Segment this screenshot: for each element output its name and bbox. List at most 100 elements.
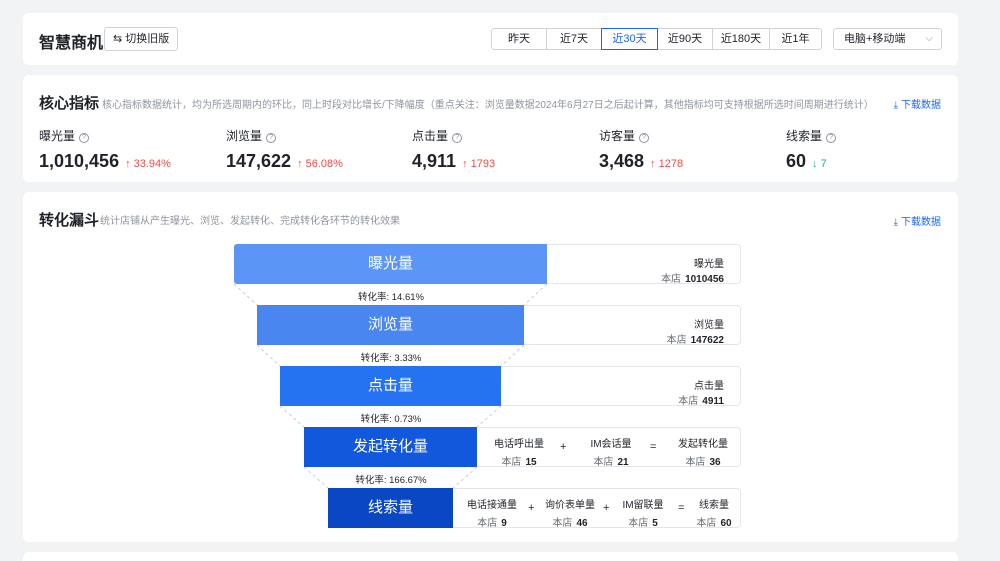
sub-value: 本店 46 (539, 514, 601, 529)
funnel-bar-clicks: 点击量 (280, 366, 501, 406)
range-180d[interactable]: 近180天 (712, 28, 770, 50)
sub-value: 本店 21 (583, 453, 639, 468)
store-label: 本店 (593, 457, 614, 468)
store-value: 46 (576, 518, 588, 529)
help-icon[interactable]: ? (639, 133, 650, 143)
range-30d[interactable]: 近30天 (601, 28, 658, 50)
store-value: 15 (525, 457, 537, 468)
box-value: 本店 1010456 (661, 270, 724, 285)
help-icon[interactable]: ? (266, 133, 277, 143)
metric-change-value: 7 (820, 158, 827, 170)
store-value: 60 (720, 518, 732, 529)
store-label: 本店 (696, 518, 717, 529)
metric-change-value: 33.94% (133, 158, 171, 170)
funnel-box-exposure: 曝光量 本店 1010456 (547, 244, 741, 285)
sub-value: 本店 15 (487, 453, 551, 468)
core-metrics-card: 核心指标 核心指标数据统计，均为所选周期内的环比，同上时段对比增长/下降幅度（重… (23, 75, 958, 182)
box-value: 本店 4911 (678, 392, 724, 407)
store-value: 4911 (702, 396, 724, 407)
sub-inquiry-form: 询价表单量 本店 46 (539, 496, 601, 529)
arrow-up-icon: ↑ (125, 158, 131, 170)
metric-change: ↓ 7 (812, 158, 827, 170)
sub-im-sessions: IM会话量 本店 21 (583, 435, 639, 468)
sub-title: IM留联量 (622, 500, 664, 511)
sub-phone-out: 电话呼出量 本店 15 (487, 435, 551, 468)
download-icon: ⤓ (893, 100, 898, 111)
metric-change: ↑ 33.94% (125, 158, 171, 170)
store-value: 147622 (690, 335, 724, 346)
metric-exposure: 曝光量? 1,010,456 ↑ 33.94% (39, 127, 171, 172)
store-label: 本店 (678, 396, 699, 407)
metric-value: 147,622 (226, 151, 292, 171)
metric-label: 线索量 (786, 129, 823, 143)
plus-sign: + (603, 502, 610, 514)
store-value: 1010456 (685, 274, 724, 285)
sub-title: IM会话量 (590, 439, 632, 450)
core-metrics-desc: 核心指标数据统计，均为所选周期内的环比，同上时段对比增长/下降幅度（重点关注：浏… (102, 100, 874, 111)
core-download-button[interactable]: ⤓ 下载数据 (894, 96, 941, 111)
store-value: 21 (617, 457, 629, 468)
sub-title: 发起转化量 (678, 439, 728, 450)
store-label: 本店 (477, 518, 498, 529)
sub-value: 本店 9 (461, 514, 523, 529)
help-icon[interactable]: ? (826, 133, 837, 143)
funnel-box-clicks: 点击量 本店 4911 (501, 366, 741, 407)
sub-value: 本店 36 (673, 453, 733, 468)
sub-leads-total: 线索量 本店 60 (691, 496, 737, 529)
switch-old-version-button[interactable]: ⇆ 切换旧版 (104, 27, 179, 51)
header-bar: 智慧商机 ⇆ 切换旧版 昨天 近7天 近30天 近90天 近180天 近1年 电脑… (23, 13, 958, 65)
sub-im-contact: IM留联量 本店 5 (613, 496, 673, 529)
box-title: 曝光量 (694, 259, 724, 270)
metric-value: 4,911 (412, 151, 457, 171)
funnel-bar-leads: 线索量 (328, 488, 453, 528)
sub-title: 线索量 (699, 500, 729, 511)
rate-2: 转化率: 3.33% (360, 353, 422, 364)
funnel-box-leads: 电话接通量 本店 9 + 询价表单量 本店 46 + IM留联量 本店 5 = 线索量… (453, 488, 741, 529)
store-value: 9 (501, 518, 507, 529)
date-range-group: 昨天 近7天 近30天 近90天 近180天 近1年 (491, 28, 822, 50)
sub-phone-connected: 电话接通量 本店 9 (461, 496, 523, 529)
conversion-funnel-card: 转化漏斗 统计店铺从产生曝光、浏览、发起转化、完成转化各环节的转化效果 ⤓ 下载数… (23, 192, 958, 542)
funnel-box-views: 浏览量 本店 147622 (524, 305, 741, 346)
help-icon[interactable]: ? (79, 133, 90, 143)
range-90d[interactable]: 近90天 (657, 28, 713, 50)
box-title: 点击量 (694, 381, 724, 392)
range-7d[interactable]: 近7天 (546, 28, 602, 50)
funnel-bar-exposure: 曝光量 (234, 244, 547, 284)
store-value: 36 (709, 457, 721, 468)
rate-4: 转化率: 166.67% (355, 475, 427, 486)
device-select[interactable]: 电脑+移动端 ⌵ (833, 28, 942, 50)
range-1y[interactable]: 近1年 (769, 28, 822, 50)
metric-change-value: 1793 (470, 158, 496, 170)
swap-icon: ⇆ (113, 33, 123, 45)
equals-sign: = (650, 441, 657, 453)
sub-value: 本店 5 (613, 514, 673, 529)
metric-leads: 线索量? 60 ↓ 7 (786, 127, 837, 172)
metric-clicks: 点击量? 4,911 ↑ 1793 (412, 127, 495, 172)
metric-label: 浏览量 (226, 129, 263, 143)
chevron-down-icon: ⌵ (925, 33, 933, 44)
arrow-down-icon: ↓ (812, 158, 818, 170)
metric-value: 1,010,456 (39, 151, 120, 171)
equals-sign: = (678, 502, 685, 514)
metric-change-value: 1278 (658, 158, 684, 170)
device-value: 电脑+移动端 (844, 33, 906, 45)
metric-change-value: 56.08% (305, 158, 343, 170)
sub-title: 电话接通量 (467, 500, 517, 511)
sub-initiate-total: 发起转化量 本店 36 (673, 435, 733, 468)
next-card (23, 552, 958, 561)
rate-3: 转化率: 0.73% (360, 414, 422, 425)
metric-change: ↑ 1278 (650, 158, 683, 170)
sub-title: 电话呼出量 (494, 439, 544, 450)
metric-label: 曝光量 (39, 129, 76, 143)
metric-value: 3,468 (599, 151, 645, 171)
help-icon[interactable]: ? (452, 133, 463, 143)
metric-change: ↑ 56.08% (297, 158, 343, 170)
sub-title: 询价表单量 (545, 500, 595, 511)
store-label: 本店 (501, 457, 522, 468)
range-yesterday[interactable]: 昨天 (491, 28, 547, 50)
funnel-box-initiate: 电话呼出量 本店 15 + IM会话量 本店 21 = 发起转化量 本店 36 (477, 427, 741, 468)
metric-label: 点击量 (412, 129, 449, 143)
store-label: 本店 (552, 518, 573, 529)
arrow-up-icon: ↑ (297, 158, 303, 170)
